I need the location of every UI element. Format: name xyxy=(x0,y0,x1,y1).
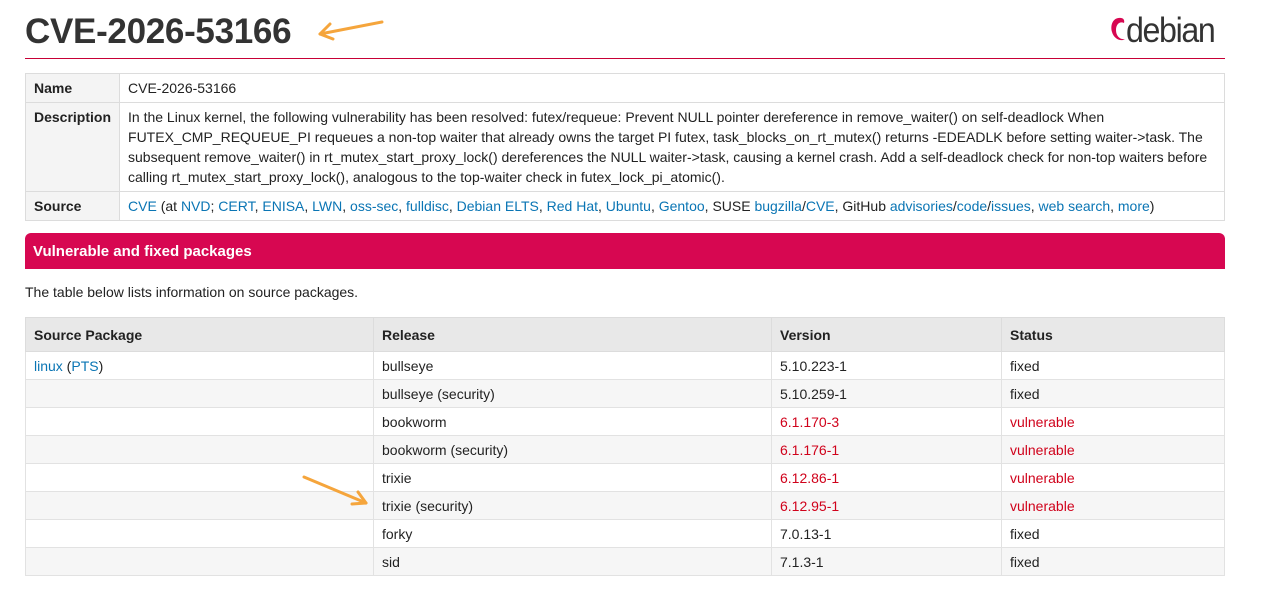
link-cve[interactable]: CVE xyxy=(128,198,157,214)
table-row: trixie (security) 6.12.95-1 vulnerable xyxy=(25,491,1225,520)
release-cell: bookworm (security) xyxy=(373,435,772,464)
section-banner: Vulnerable and fixed packages xyxy=(25,233,1225,269)
source-package-cell: linux (PTS) xyxy=(25,351,374,380)
link-cert[interactable]: CERT xyxy=(218,198,254,214)
source-links: CVE (at NVD; CERT, ENISA, LWN, oss-sec, … xyxy=(119,191,1225,221)
source-package-cell xyxy=(25,519,374,548)
title-divider xyxy=(25,58,1225,59)
release-cell: sid xyxy=(373,547,772,576)
status-cell: vulnerable xyxy=(1001,407,1225,436)
version-cell: 7.1.3-1 xyxy=(771,547,1002,576)
annotation-arrow-title xyxy=(318,20,384,41)
col-version: Version xyxy=(771,317,1002,352)
link-oss-sec[interactable]: oss-sec xyxy=(350,198,398,214)
link-lwn[interactable]: LWN xyxy=(312,198,342,214)
cve-info-table: Name CVE-2026-53166 Description In the L… xyxy=(24,73,1225,221)
link-enisa[interactable]: ENISA xyxy=(262,198,304,214)
source-label: Source xyxy=(24,191,121,221)
version-cell: 7.0.13-1 xyxy=(771,519,1002,548)
source-at-text: (at xyxy=(156,198,181,214)
link-web-search[interactable]: web search xyxy=(1039,198,1111,214)
source-close-paren: ) xyxy=(1149,198,1155,214)
link-more[interactable]: more xyxy=(1118,198,1150,214)
source-package-cell xyxy=(25,407,374,436)
link-pts[interactable]: PTS xyxy=(71,358,98,374)
debian-swirl-icon xyxy=(1111,17,1125,41)
source-package-cell xyxy=(25,547,374,576)
link-linux[interactable]: linux xyxy=(34,358,63,374)
annotation-arrow-row xyxy=(302,475,368,506)
page-title: CVE-2026-53166 xyxy=(25,12,292,51)
logo-text: debian xyxy=(1126,11,1216,50)
status-cell: fixed xyxy=(1001,351,1225,380)
release-cell: bullseye (security) xyxy=(373,379,772,408)
version-cell: 6.1.170-3 xyxy=(771,407,1002,436)
table-row: sid 7.1.3-1 fixed xyxy=(25,547,1225,576)
link-github-advisories[interactable]: advisories xyxy=(890,198,953,214)
link-ubuntu[interactable]: Ubuntu xyxy=(606,198,651,214)
link-debian-elts[interactable]: Debian ELTS xyxy=(457,198,539,214)
name-row: Name CVE-2026-53166 xyxy=(24,73,1225,103)
description-value: In the Linux kernel, the following vulne… xyxy=(119,102,1225,192)
description-row: Description In the Linux kernel, the fol… xyxy=(24,102,1225,192)
link-red-hat[interactable]: Red Hat xyxy=(547,198,598,214)
status-cell: fixed xyxy=(1001,519,1225,548)
name-label: Name xyxy=(24,73,121,103)
release-cell: trixie xyxy=(373,463,772,492)
link-gentoo[interactable]: Gentoo xyxy=(659,198,705,214)
release-cell: bullseye xyxy=(373,351,772,380)
source-package-cell xyxy=(25,435,374,464)
table-row: forky 7.0.13-1 fixed xyxy=(25,519,1225,548)
table-row: bookworm 6.1.170-3 vulnerable xyxy=(25,407,1225,436)
table-row: bullseye (security) 5.10.259-1 fixed xyxy=(25,379,1225,408)
link-suse-bugzilla[interactable]: bugzilla xyxy=(754,198,801,214)
version-cell: 6.12.86-1 xyxy=(771,463,1002,492)
col-status: Status xyxy=(1001,317,1225,352)
version-cell: 6.1.176-1 xyxy=(771,435,1002,464)
status-cell: vulnerable xyxy=(1001,463,1225,492)
packages-header-row: Source Package Release Version Status xyxy=(25,317,1225,352)
version-cell: 6.12.95-1 xyxy=(771,491,1002,520)
packages-intro: The table below lists information on sou… xyxy=(25,284,359,300)
status-cell: vulnerable xyxy=(1001,435,1225,464)
status-cell: fixed xyxy=(1001,379,1225,408)
description-label: Description xyxy=(24,102,121,192)
link-suse-cve[interactable]: CVE xyxy=(806,198,835,214)
link-fulldisc[interactable]: fulldisc xyxy=(406,198,449,214)
name-value: CVE-2026-53166 xyxy=(119,73,1225,103)
version-cell: 5.10.259-1 xyxy=(771,379,1002,408)
packages-table: Source Package Release Version Status li… xyxy=(25,317,1225,576)
suse-text: SUSE xyxy=(712,198,755,214)
source-row: Source CVE (at NVD; CERT, ENISA, LWN, os… xyxy=(24,191,1225,221)
link-nvd[interactable]: NVD xyxy=(181,198,211,214)
col-source-package: Source Package xyxy=(25,317,374,352)
col-release: Release xyxy=(373,317,772,352)
github-text: GitHub xyxy=(842,198,890,214)
release-cell: trixie (security) xyxy=(373,491,772,520)
source-package-cell xyxy=(25,379,374,408)
version-cell: 5.10.223-1 xyxy=(771,351,1002,380)
link-github-code[interactable]: code xyxy=(957,198,987,214)
status-cell: fixed xyxy=(1001,547,1225,576)
release-cell: forky xyxy=(373,519,772,548)
release-cell: bookworm xyxy=(373,407,772,436)
table-row: linux (PTS) bullseye 5.10.223-1 fixed xyxy=(25,351,1225,380)
table-row: trixie 6.12.86-1 vulnerable xyxy=(25,463,1225,492)
status-cell: vulnerable xyxy=(1001,491,1225,520)
link-github-issues[interactable]: issues xyxy=(991,198,1031,214)
table-row: bookworm (security) 6.1.176-1 vulnerable xyxy=(25,435,1225,464)
